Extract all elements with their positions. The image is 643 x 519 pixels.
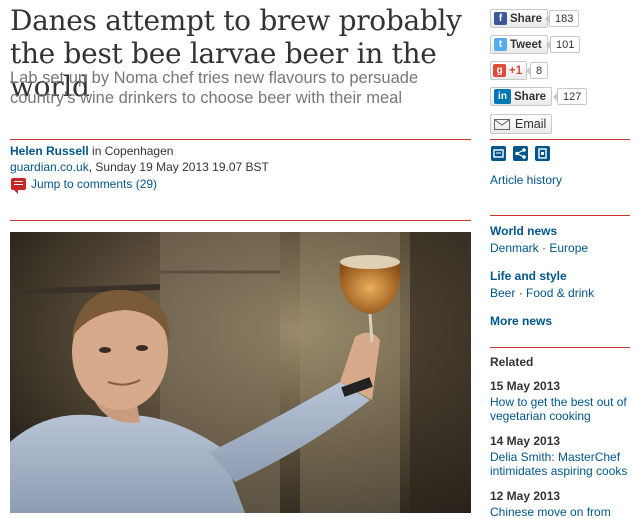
print-icon[interactable] — [491, 146, 506, 161]
email-button[interactable]: Email — [490, 114, 553, 134]
linkedin-icon: in — [494, 89, 511, 104]
article-history-link[interactable]: Article history — [490, 173, 562, 187]
related-link[interactable]: Delia Smith: MasterChef intimidates aspi… — [490, 450, 640, 478]
tag-food-drink[interactable]: Food & drink — [526, 286, 594, 300]
facebook-share-count: 183 — [544, 10, 580, 27]
article-photo — [10, 232, 471, 513]
separator: · — [538, 241, 550, 255]
byline: Helen Russell in Copenhagen guardian.co.… — [10, 143, 269, 175]
article-standfirst: Lab set up by Noma chef tries new flavou… — [10, 69, 419, 107]
tag-denmark[interactable]: Denmark — [490, 241, 539, 255]
twitter-icon: t — [494, 38, 507, 51]
gplus-button[interactable]: g +1 — [490, 61, 528, 80]
author-link[interactable]: Helen Russell — [10, 144, 89, 158]
life-and-style-link[interactable]: Life and style — [490, 269, 567, 283]
related-link[interactable]: Chinese move on from — [490, 505, 640, 519]
share-icon[interactable] — [513, 146, 528, 161]
life-and-style-tags: Beer · Food & drink — [490, 286, 594, 300]
linkedin-share-button[interactable]: in Share — [490, 87, 552, 106]
more-news-link[interactable]: More news — [490, 314, 552, 328]
publish-date: , Sunday 19 May 2013 19.07 BST — [88, 160, 269, 174]
world-news-tags: Denmark · Europe — [490, 241, 588, 255]
world-news-link[interactable]: World news — [490, 224, 557, 238]
related-heading: Related — [490, 355, 534, 369]
linkedin-share-count: 127 — [552, 88, 588, 105]
site-link[interactable]: guardian.co.uk — [10, 160, 89, 174]
clip-icon[interactable] — [535, 146, 550, 161]
google-plus-icon: g — [493, 64, 506, 77]
related-link[interactable]: How to get the best out of vegetarian co… — [490, 395, 640, 423]
divider — [490, 347, 630, 348]
gplus-label: +1 — [509, 64, 523, 77]
comment-icon — [11, 178, 26, 194]
envelope-icon — [494, 118, 510, 130]
twitter-tweet-count: 101 — [545, 36, 581, 53]
separator: · — [515, 286, 527, 300]
tag-beer[interactable]: Beer — [490, 286, 515, 300]
twitter-tweet-label: Tweet — [510, 38, 542, 51]
facebook-share-label: Share — [510, 12, 542, 25]
location-text: in Copenhagen — [92, 144, 174, 158]
gplus-count: 8 — [525, 62, 549, 79]
related-date: 15 May 2013 — [490, 379, 561, 393]
email-label: Email — [515, 117, 547, 131]
related-date: 14 May 2013 — [490, 434, 561, 448]
divider — [10, 139, 471, 140]
divider — [10, 220, 471, 221]
twitter-tweet-button[interactable]: t Tweet — [490, 35, 548, 54]
facebook-icon: f — [494, 12, 507, 25]
tag-europe[interactable]: Europe — [549, 241, 588, 255]
linkedin-share-label: Share — [514, 90, 546, 103]
jump-to-comments[interactable]: Jump to comments (29) — [11, 177, 157, 194]
facebook-share-button[interactable]: f Share — [490, 9, 548, 28]
divider — [490, 215, 630, 216]
divider — [490, 139, 630, 140]
related-date: 12 May 2013 — [490, 489, 561, 503]
jump-to-comments-link[interactable]: Jump to comments (29) — [31, 177, 157, 191]
